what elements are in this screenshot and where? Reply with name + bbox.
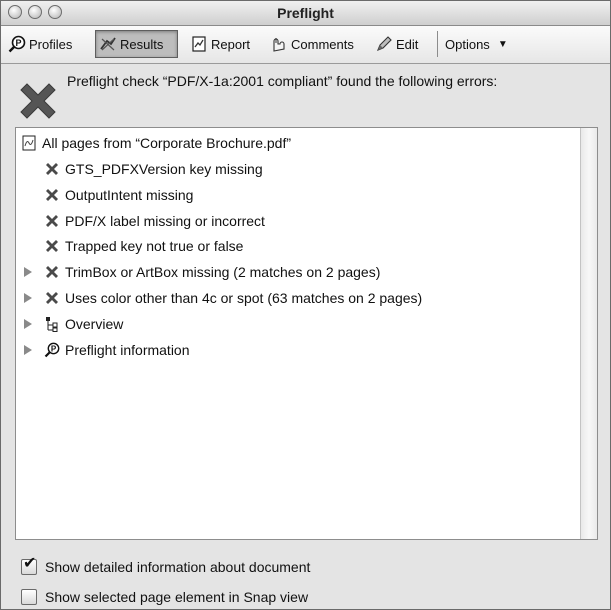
options-label: Options — [445, 36, 490, 52]
tree-error-label: Uses color other than 4c or spot (63 mat… — [65, 290, 423, 306]
options-menu-button[interactable]: Options ▼ — [442, 30, 511, 58]
edit-button[interactable]: Edit — [372, 30, 421, 58]
results-icon — [99, 35, 117, 53]
show-detailed-info-label: Show detailed information about document — [45, 559, 311, 575]
overview-hierarchy-icon — [44, 316, 60, 332]
toolbar: P Profiles Results Report Comments Edit … — [1, 26, 610, 64]
tree-root-label: All pages from “Corporate Brochure.pdf” — [42, 135, 291, 151]
error-x-icon — [44, 238, 60, 254]
tree-error-item[interactable]: GTS_PDFXVersion key missing — [44, 158, 263, 180]
results-tree-panel[interactable]: All pages from “Corporate Brochure.pdf” … — [15, 127, 598, 540]
tree-preflight-info-label: Preflight information — [65, 342, 190, 358]
results-label: Results — [120, 36, 164, 52]
show-snap-view-option[interactable]: Show selected page element in Snap view — [21, 589, 308, 605]
tree-error-label: PDF/X label missing or incorrect — [65, 213, 265, 229]
comments-icon — [270, 35, 288, 53]
comments-label: Comments — [291, 36, 354, 52]
report-icon — [190, 35, 208, 53]
preflight-result-message: Preflight check “PDF/X-1a:2001 compliant… — [67, 73, 498, 89]
disclosure-triangle-icon[interactable] — [24, 292, 34, 304]
tree-error-item[interactable]: Trapped key not true or false — [44, 235, 243, 257]
tree-overview-label: Overview — [65, 316, 124, 332]
svg-text:P: P — [15, 38, 21, 48]
error-x-icon — [44, 290, 60, 306]
toolbar-separator — [437, 31, 438, 57]
show-detailed-info-option[interactable]: ✔ Show detailed information about docume… — [21, 555, 311, 575]
checkmark-icon: ✔ — [23, 555, 37, 572]
error-x-icon — [44, 264, 60, 280]
window-title: Preflight — [277, 5, 334, 21]
preflight-magnifier-icon: P — [44, 342, 60, 358]
profiles-label: Profiles — [29, 36, 73, 52]
tree-error-label: GTS_PDFXVersion key missing — [65, 161, 263, 177]
tree-error-item[interactable]: Uses color other than 4c or spot (63 mat… — [44, 287, 422, 309]
tree-error-item[interactable]: TrimBox or ArtBox missing (2 matches on … — [44, 261, 380, 283]
edit-label: Edit — [396, 36, 419, 52]
disclosure-triangle-icon[interactable] — [24, 318, 34, 330]
show-snap-view-label: Show selected page element in Snap view — [45, 589, 309, 605]
vertical-scrollbar[interactable] — [580, 128, 597, 539]
error-x-icon — [44, 161, 60, 177]
title-bar: Preflight — [1, 1, 610, 26]
error-x-icon — [44, 213, 60, 229]
report-label: Report — [211, 36, 251, 52]
show-detailed-info-checkbox[interactable]: ✔ — [21, 555, 37, 575]
dropdown-arrow-icon: ▼ — [497, 38, 508, 50]
preflight-result-header: Preflight check “PDF/X-1a:2001 compliant… — [1, 64, 610, 124]
tree-error-label: Trapped key not true or false — [65, 238, 244, 254]
comments-button[interactable]: Comments — [267, 30, 357, 58]
error-x-icon — [44, 187, 60, 203]
tree-error-label: TrimBox or ArtBox missing (2 matches on … — [65, 264, 381, 280]
disclosure-triangle-icon[interactable] — [24, 344, 34, 356]
disclosure-triangle-icon[interactable] — [24, 266, 34, 278]
edit-pencil-icon — [375, 35, 393, 53]
profiles-magnifier-icon: P — [8, 35, 26, 53]
tree-error-item[interactable]: OutputIntent missing — [44, 184, 193, 206]
tree-overview-item[interactable]: Overview — [44, 313, 123, 335]
tree-error-item[interactable]: PDF/X label missing or incorrect — [44, 210, 265, 232]
profiles-button[interactable]: P Profiles — [5, 30, 75, 58]
show-snap-view-checkbox[interactable] — [21, 589, 37, 605]
svg-text:P: P — [51, 345, 57, 354]
preflight-window: Preflight P Profiles Results Report Comm… — [0, 0, 611, 610]
report-button[interactable]: Report — [187, 30, 253, 58]
tree-error-label: OutputIntent missing — [65, 187, 194, 203]
tree-root-item[interactable]: All pages from “Corporate Brochure.pdf” — [21, 132, 291, 154]
results-button[interactable]: Results — [95, 30, 178, 58]
tree-preflight-info-item[interactable]: P Preflight information — [44, 339, 190, 361]
pdf-document-icon — [21, 135, 37, 151]
large-error-x-icon — [20, 83, 56, 119]
